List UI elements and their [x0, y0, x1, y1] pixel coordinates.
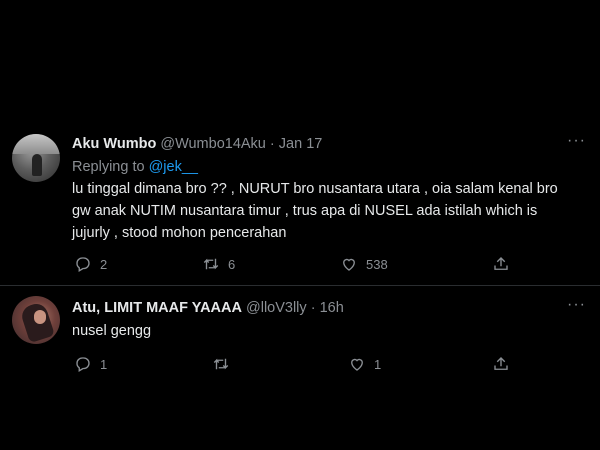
- avatar-sky: [12, 134, 60, 154]
- replying-prefix: Replying to: [72, 159, 149, 175]
- retweet-button[interactable]: 6: [202, 255, 340, 273]
- share-button[interactable]: [492, 355, 510, 373]
- reply-count: 2: [100, 256, 108, 272]
- user-handle[interactable]: @lloV3lly: [246, 300, 307, 316]
- avatar-figure: [32, 154, 42, 176]
- like-button[interactable]: 538: [340, 255, 492, 273]
- like-icon: [343, 258, 355, 271]
- tweet-date[interactable]: 16h: [320, 300, 344, 316]
- tweet-divider: [0, 285, 600, 286]
- tweet-header: Aku Wumbo @Wumbo14Aku · Jan 17: [72, 136, 322, 152]
- like-icon: [351, 358, 363, 371]
- user-handle[interactable]: @Wumbo14Aku: [160, 136, 266, 152]
- avatar[interactable]: [12, 296, 60, 344]
- reply-icon: [76, 257, 90, 272]
- tweet-header: Atu, LIMIT MAAF YAAAA @lloV3lly · 16h: [72, 300, 344, 316]
- avatar[interactable]: [12, 134, 60, 182]
- separator-dot: ·: [310, 300, 316, 316]
- retweet-icon: [203, 258, 219, 270]
- separator-dot: ·: [269, 136, 275, 152]
- more-icon[interactable]: ···: [567, 296, 586, 314]
- share-button[interactable]: [492, 255, 510, 273]
- tweet-text-line: gw anak NUTIM nusantara timur , trus apa…: [72, 203, 538, 219]
- tweet-date[interactable]: Jan 17: [279, 136, 323, 152]
- tweet-text-line: lu tinggal dimana bro ?? , NURUT bro nus…: [72, 181, 558, 197]
- retweet-count: 6: [228, 256, 236, 272]
- like-button[interactable]: 1: [348, 355, 492, 373]
- reply-button[interactable]: 1: [74, 355, 212, 373]
- tweet-text-line: nusel gengg: [72, 323, 152, 339]
- avatar-face: [34, 310, 46, 324]
- share-icon: [494, 357, 508, 370]
- tweet-actions: 2 6 538: [74, 255, 510, 273]
- display-name[interactable]: Aku Wumbo: [72, 136, 156, 152]
- replying-to: Replying to @jek__: [72, 159, 198, 175]
- like-count: 538: [366, 256, 388, 272]
- more-icon[interactable]: ···: [567, 132, 586, 150]
- reply-count: 1: [100, 356, 108, 372]
- display-name[interactable]: Atu, LIMIT MAAF YAAAA: [72, 300, 242, 316]
- retweet-button[interactable]: [212, 355, 348, 373]
- retweet-icon: [213, 358, 229, 370]
- tweet-text: lu tinggal dimana bro ?? , NURUT bro nus…: [72, 178, 572, 244]
- tweet-actions: 1 1: [74, 355, 510, 373]
- tweet-text: nusel gengg: [72, 320, 572, 342]
- tweet-text-line: jujurly , stood mohon pencerahan: [72, 225, 287, 241]
- reply-button[interactable]: 2: [74, 255, 202, 273]
- reply-icon: [76, 357, 90, 372]
- like-count: 1: [374, 356, 382, 372]
- mention-link[interactable]: @jek__: [149, 159, 198, 175]
- share-icon: [494, 257, 508, 270]
